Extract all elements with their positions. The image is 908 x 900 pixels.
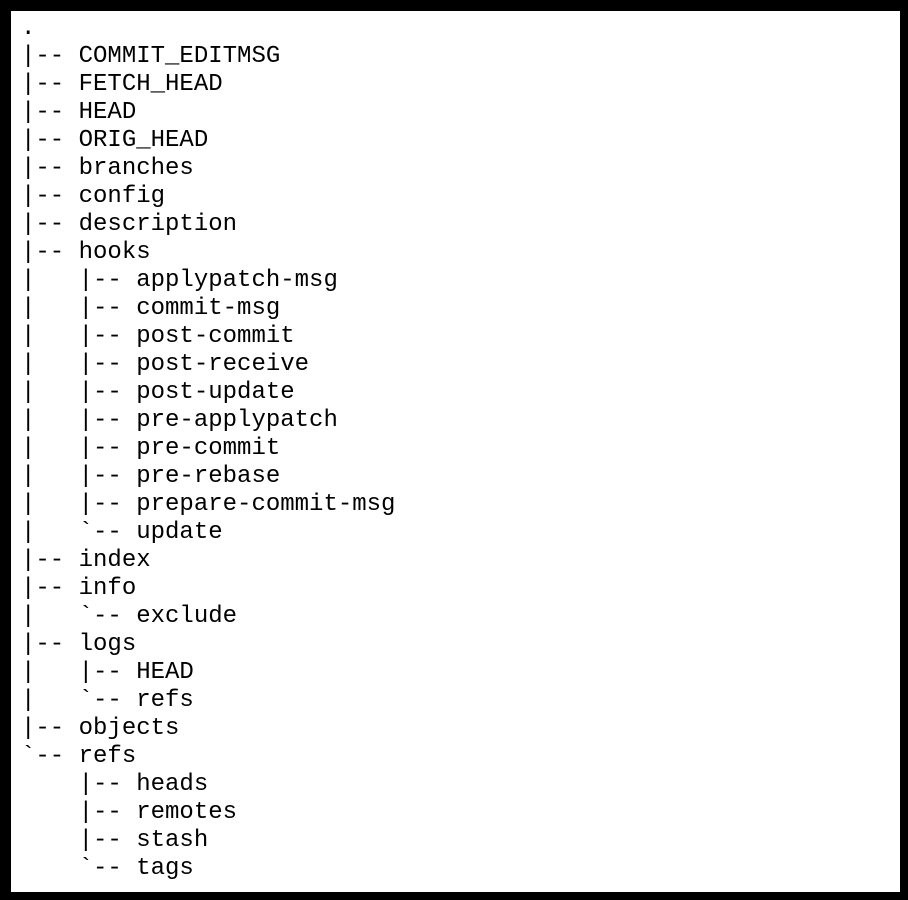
tree-line: |-- config [21, 183, 166, 210]
tree-line: |-- objects [21, 715, 180, 742]
image-border-frame: . |-- COMMIT_EDITMSG |-- FETCH_HEAD |-- HEA… [0, 0, 908, 900]
tree-line: |-- FETCH_HEAD [21, 71, 223, 98]
tree-line: | |-- commit-msg [21, 295, 281, 322]
tree-line: |-- info [21, 575, 137, 602]
tree-line: |-- remotes [21, 799, 238, 826]
tree-line: |-- ORIG_HEAD [21, 127, 209, 154]
tree-line: | |-- post-receive [21, 351, 310, 378]
terminal-output-canvas: . |-- COMMIT_EDITMSG |-- FETCH_HEAD |-- HEA… [11, 11, 900, 892]
tree-line: |-- hooks [21, 239, 151, 266]
tree-line: | |-- HEAD [21, 659, 194, 686]
tree-line: |-- description [21, 211, 238, 238]
tree-line: |-- COMMIT_EDITMSG [21, 43, 281, 70]
tree-line: |-- logs [21, 631, 137, 658]
tree-line: | `-- refs [21, 687, 194, 714]
tree-line: | |-- post-commit [21, 323, 295, 350]
tree-line: | |-- applypatch-msg [21, 267, 338, 294]
tree-line: | |-- pre-commit [21, 435, 281, 462]
tree-line: | |-- prepare-commit-msg [21, 491, 396, 518]
tree-line: |-- heads [21, 771, 209, 798]
tree-line: |-- HEAD [21, 99, 137, 126]
directory-tree-listing: . |-- COMMIT_EDITMSG |-- FETCH_HEAD |-- HEA… [21, 15, 395, 883]
tree-line: | `-- update [21, 519, 223, 546]
tree-line: | |-- pre-applypatch [21, 407, 338, 434]
tree-line: |-- branches [21, 155, 194, 182]
tree-root-line: . [21, 15, 36, 42]
tree-line: | |-- pre-rebase [21, 463, 281, 490]
tree-line: | |-- post-update [21, 379, 295, 406]
tree-line: `-- tags [21, 855, 194, 882]
tree-line: | `-- exclude [21, 603, 238, 630]
tree-line: |-- index [21, 547, 151, 574]
tree-line: |-- stash [21, 827, 209, 854]
tree-line: `-- refs [21, 743, 137, 770]
